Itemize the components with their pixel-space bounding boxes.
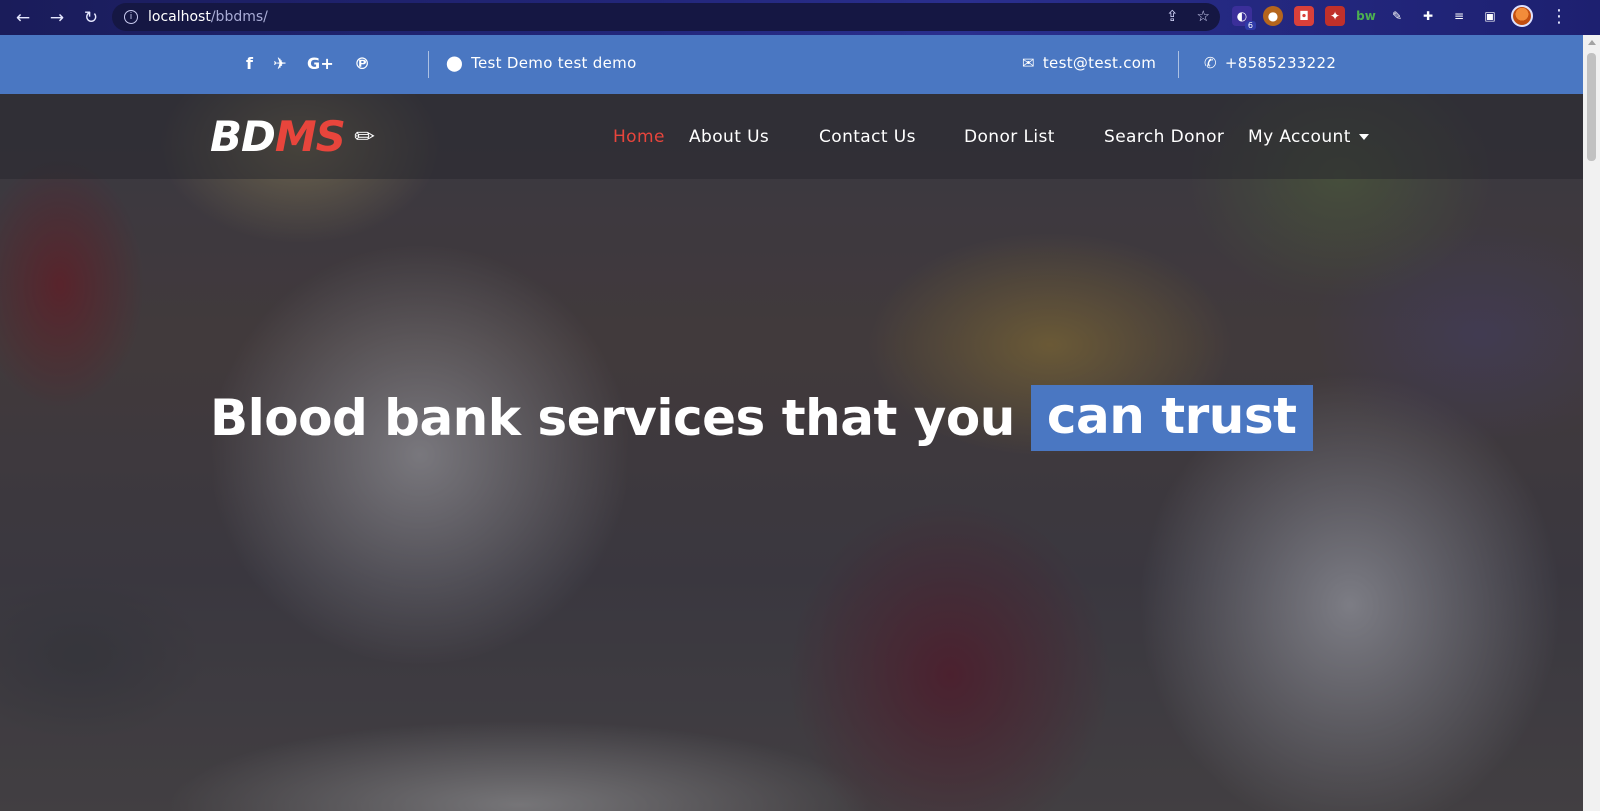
chevron-down-icon bbox=[1358, 134, 1369, 140]
extension-icon[interactable]: ◐ 6 bbox=[1232, 6, 1256, 30]
url-path: /bbdms/ bbox=[210, 9, 268, 25]
hero-headline-text: Blood bank services that you bbox=[210, 389, 1015, 447]
nav-donor-list[interactable]: Donor List bbox=[964, 127, 1055, 147]
address-item: ⬤ Test Demo test demo bbox=[446, 54, 637, 72]
browser-toolbar: ← → ↻ i localhost/bbdms/ ⇪ ☆ ◐ 6 ● ◘ ✦ bw… bbox=[0, 0, 1600, 35]
back-icon[interactable]: ← bbox=[6, 2, 40, 34]
main-navbar: BD MS ✎ Home About Us Contact Us Donor Li… bbox=[0, 94, 1583, 179]
email-item[interactable]: ✉ test@test.com bbox=[1022, 54, 1156, 72]
hero-headline-highlight: can trust bbox=[1030, 385, 1313, 451]
google-plus-icon[interactable]: G+ bbox=[307, 54, 334, 73]
nav-contact-us[interactable]: Contact Us bbox=[819, 127, 916, 147]
green-extension-icon[interactable]: bw bbox=[1356, 6, 1376, 26]
site-logo[interactable]: BD MS ✎ bbox=[210, 112, 381, 161]
email-link[interactable]: test@test.com bbox=[1043, 54, 1156, 72]
top-info-bar: f ✈ G+ ℗ ⬤ Test Demo test demo ✉ test@te… bbox=[0, 35, 1583, 94]
browser-menu-icon[interactable]: ⋮ bbox=[1550, 6, 1568, 27]
map-marker-icon: ⬤ bbox=[446, 54, 464, 72]
nav-my-account-label: My Account bbox=[1248, 127, 1351, 147]
pinterest-icon[interactable]: ℗ bbox=[354, 54, 370, 73]
scroll-up-icon[interactable] bbox=[1588, 40, 1596, 45]
nav-my-account[interactable]: My Account bbox=[1248, 127, 1369, 147]
nav-home[interactable]: Home bbox=[613, 127, 665, 147]
bookmark-star-icon[interactable]: ☆ bbox=[1197, 7, 1210, 25]
social-links: f ✈ G+ ℗ bbox=[246, 54, 370, 73]
forward-icon[interactable]: → bbox=[40, 2, 74, 34]
reload-icon[interactable]: ↻ bbox=[74, 2, 108, 34]
pen-extension-icon[interactable]: ✎ bbox=[1387, 6, 1407, 26]
red-extension-icon[interactable]: ✦ bbox=[1325, 6, 1345, 26]
hero-headline: Blood bank services that you can trust bbox=[210, 385, 1313, 451]
address-bar[interactable]: i localhost/bbdms/ ⇪ ☆ bbox=[112, 3, 1220, 31]
envelope-icon: ✉ bbox=[1022, 54, 1035, 72]
puzzle-extensions-icon[interactable]: ✚ bbox=[1418, 6, 1438, 26]
address-text: Test Demo test demo bbox=[471, 54, 637, 72]
site-info-icon[interactable]: i bbox=[124, 10, 138, 24]
divider bbox=[1178, 51, 1179, 78]
media-control-icon[interactable]: ≡ bbox=[1449, 6, 1469, 26]
syringe-icon: ✎ bbox=[347, 119, 382, 154]
pocket-extension-icon[interactable]: ◘ bbox=[1294, 6, 1314, 26]
share-icon[interactable]: ⇪ bbox=[1166, 7, 1179, 25]
phone-item[interactable]: ✆ +8585233222 bbox=[1204, 54, 1336, 72]
nav-about-us[interactable]: About Us bbox=[689, 127, 769, 147]
facebook-icon[interactable]: f bbox=[246, 54, 253, 73]
logo-text-bd: BD bbox=[210, 112, 276, 161]
logo-text-ms: MS bbox=[274, 112, 346, 161]
twitter-icon[interactable]: ✈ bbox=[273, 54, 287, 73]
extension-badge: 6 bbox=[1244, 21, 1256, 30]
cookie-extension-icon[interactable]: ● bbox=[1263, 6, 1283, 26]
phone-icon: ✆ bbox=[1204, 54, 1217, 72]
page-viewport: f ✈ G+ ℗ ⬤ Test Demo test demo ✉ test@te… bbox=[0, 35, 1583, 811]
phone-link[interactable]: +8585233222 bbox=[1225, 54, 1336, 72]
scrollbar-thumb[interactable] bbox=[1587, 53, 1596, 161]
page-scrollbar[interactable] bbox=[1583, 35, 1600, 811]
divider bbox=[428, 51, 429, 78]
url-host: localhost bbox=[148, 9, 211, 25]
profile-avatar[interactable] bbox=[1511, 5, 1533, 27]
nav-search-donor[interactable]: Search Donor bbox=[1104, 127, 1224, 147]
side-panel-icon[interactable]: ▣ bbox=[1480, 6, 1500, 26]
